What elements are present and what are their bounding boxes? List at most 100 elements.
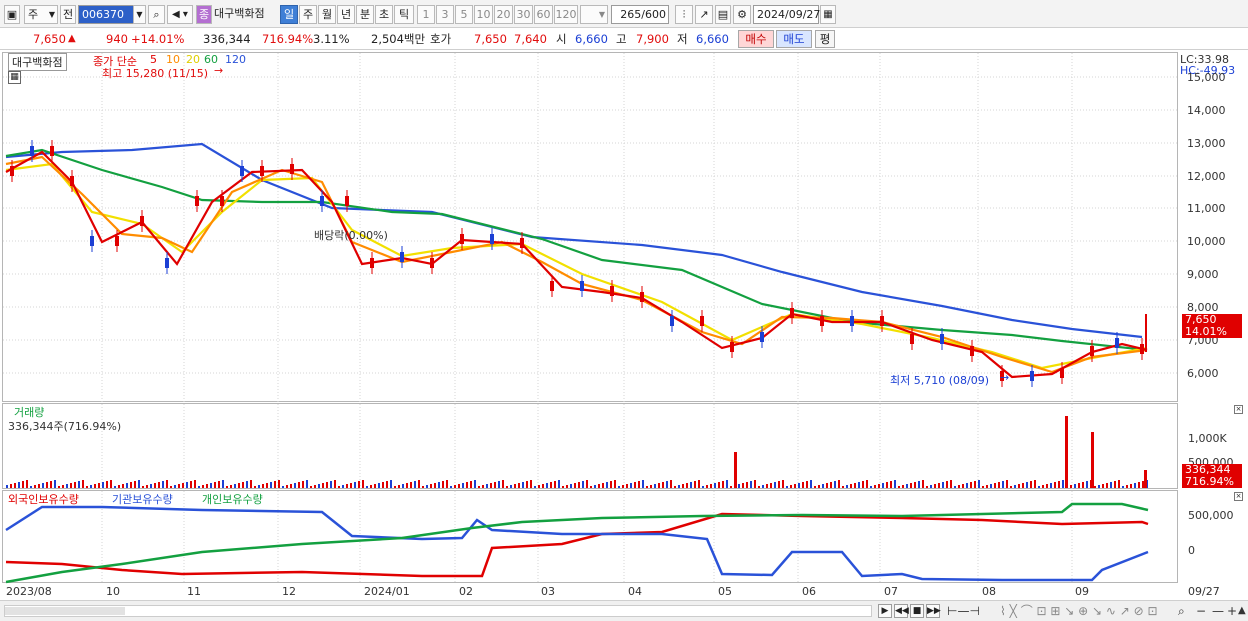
candle-icon[interactable]: ⫶ — [675, 5, 693, 24]
save-icon[interactable]: ▤ — [715, 5, 731, 24]
last-pct-tag: 14.01% — [1182, 326, 1242, 338]
layout-icon[interactable]: ▣ — [4, 5, 20, 24]
volume-bar — [154, 483, 156, 488]
volume-bar — [874, 485, 876, 488]
indicator-icon[interactable]: ↗ — [695, 5, 713, 24]
volume-bar — [926, 486, 928, 488]
chart-area[interactable]: 대구백화점 종가 단순 5 10 20 60 120 ▦ 최고 15,280 (… — [2, 52, 1246, 600]
volume-bar — [722, 481, 724, 488]
triangle-icon[interactable]: ▲ — [1238, 603, 1246, 619]
volume-bar — [566, 485, 568, 488]
volume-bar — [290, 484, 292, 488]
volume-bar — [1082, 482, 1084, 488]
volume-bar — [1114, 481, 1116, 488]
period-second[interactable]: 초 — [375, 5, 393, 24]
period-minute[interactable]: 분 — [356, 5, 374, 24]
y-tick: 6,000 — [1187, 367, 1219, 380]
buy-button[interactable]: 매수 — [738, 30, 774, 48]
chevron-down-icon[interactable]: ▼ — [133, 5, 146, 24]
close-icon[interactable]: × — [1234, 492, 1243, 501]
volume-bar — [678, 485, 680, 488]
speaker-icon[interactable]: ◀ ▾ — [167, 5, 193, 24]
volume-bar — [794, 484, 796, 488]
volume-bar — [630, 483, 632, 488]
foreign-holdings-label: 외국인보유수량 — [8, 493, 79, 506]
volume-bar — [498, 481, 500, 488]
plus-icon[interactable]: + — [1227, 603, 1237, 619]
volume-bar — [870, 486, 872, 488]
volume-bar — [426, 485, 428, 488]
high-annotation: 최고 15,280 (11/15) — [102, 67, 209, 80]
close-icon[interactable]: × — [1234, 405, 1243, 414]
zoom-icon[interactable]: ⌕ — [1178, 603, 1185, 619]
interval-3[interactable]: 3 — [436, 5, 454, 24]
ma-line — [5, 150, 1148, 379]
search-icon[interactable]: ⌕ — [148, 5, 165, 24]
volume-bar — [886, 482, 888, 488]
stop-icon[interactable]: ■ — [910, 604, 924, 618]
data-count-input[interactable]: 265/600 — [611, 5, 669, 24]
volume-bar — [146, 485, 148, 488]
market-select[interactable]: 전 — [60, 5, 76, 24]
interval-10[interactable]: 10 — [474, 5, 493, 24]
volume-bar — [6, 485, 8, 488]
volume-bar — [506, 486, 508, 488]
volume-bar — [1034, 480, 1036, 488]
scrollbar-thumb[interactable] — [5, 607, 125, 615]
volume-bar — [390, 480, 392, 488]
fast-forward-icon[interactable]: ▶▶ — [926, 604, 941, 618]
candle-body — [115, 236, 119, 246]
next-icon[interactable]: ▶ — [878, 604, 892, 618]
fast-rewind-icon[interactable]: ◀◀ — [894, 604, 909, 618]
volume-bar — [314, 485, 316, 488]
calendar-icon[interactable]: ▦ — [820, 5, 836, 24]
drawing-tools-icon[interactable]: ⌇ ╳ ⌒ ⊡ ⊞ ↘ ⊕ ↘ ∿ ↗ ⊘ ⊡ — [1000, 603, 1158, 619]
table-icon[interactable]: ▦ — [8, 71, 21, 84]
candle-body — [610, 286, 614, 296]
interval-120[interactable]: 120 — [554, 5, 578, 24]
volume-bar — [598, 484, 600, 488]
volume-bar — [402, 484, 404, 488]
volume-bar — [1134, 483, 1136, 488]
period-month[interactable]: 월 — [318, 5, 336, 24]
volume-bar — [338, 486, 340, 488]
quote-bar: 7,650 ▲ 940 +14.01% 336,344 716.94% 3.11… — [0, 28, 1248, 50]
volume-bar — [62, 485, 64, 488]
interval-30[interactable]: 30 — [514, 5, 533, 24]
horizontal-scrollbar[interactable] — [4, 605, 872, 617]
volume-bar — [1126, 485, 1128, 488]
period-tick[interactable]: 틱 — [394, 5, 414, 24]
volume-bar — [546, 483, 548, 488]
volume-bar — [650, 485, 652, 488]
volume-bar — [214, 482, 216, 488]
y-tick: 13,000 — [1187, 137, 1226, 150]
foreign-holdings-line — [5, 512, 1149, 578]
x-tick: 07 — [884, 585, 898, 598]
volume-pct: 716.94% — [262, 32, 314, 46]
interval-60[interactable]: 60 — [534, 5, 553, 24]
interval-1[interactable]: 1 — [417, 5, 435, 24]
stock-type-select[interactable]: 주 ▼ — [24, 5, 58, 24]
period-year[interactable]: 년 — [337, 5, 355, 24]
sell-button[interactable]: 매도 — [776, 30, 812, 48]
interval-5[interactable]: 5 — [455, 5, 473, 24]
horizontal-line-icon[interactable]: — — [1212, 603, 1224, 619]
volume-bar — [138, 480, 140, 488]
volume-bar — [730, 486, 732, 488]
minus-icon[interactable]: − — [1196, 603, 1206, 619]
gear-icon[interactable]: ⚙ — [733, 5, 751, 24]
interval-20[interactable]: 20 — [494, 5, 513, 24]
volume-bar — [574, 483, 576, 488]
volume-bar — [622, 485, 624, 488]
period-week[interactable]: 주 — [299, 5, 317, 24]
volume-bar — [186, 482, 188, 488]
chevron-down-icon[interactable]: ▼ — [580, 5, 608, 24]
avg-button[interactable]: 평 — [815, 30, 835, 48]
volume-bar — [1058, 481, 1060, 488]
period-day[interactable]: 일 — [280, 5, 298, 24]
volume-bar — [474, 480, 476, 488]
volume-bar — [234, 484, 236, 488]
y-tick: 14,000 — [1187, 104, 1226, 117]
date-input[interactable]: 2024/09/27 — [753, 5, 820, 24]
zoom-slider-icon[interactable]: ⊢—⊣ — [947, 603, 980, 619]
